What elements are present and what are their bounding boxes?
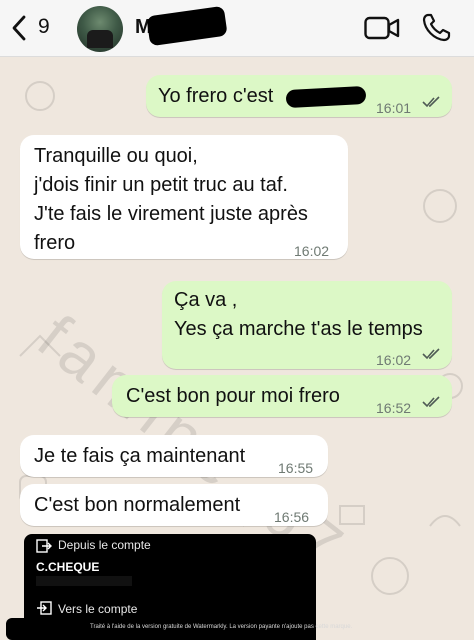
message-text: Ça va , Yes ça marche t'as le temps (174, 289, 423, 340)
redaction-mark (285, 85, 367, 109)
message-text: Yo frero c'est (158, 85, 274, 107)
read-ticks-icon (422, 348, 440, 360)
message-time: 16:02 (294, 243, 330, 259)
message-bubble-outgoing[interactable]: Yo frero c'est 16:01 (146, 75, 452, 117)
message-bubble-incoming[interactable]: C'est bon normalement 16:56 (20, 484, 328, 526)
watermark-app-note: Traité à l'aide de la version gratuite d… (90, 624, 353, 630)
message-text: C'est bon pour moi frero (126, 385, 340, 407)
account-name: C.CHEQUE (36, 560, 100, 574)
back-chevron-icon[interactable] (8, 13, 32, 43)
message-bubble-outgoing[interactable]: C'est bon pour moi frero 16:52 (112, 375, 452, 417)
chat-header: 9 M (0, 0, 474, 57)
message-time: 16:55 (278, 460, 314, 476)
from-account-label: Depuis le compte (58, 538, 151, 552)
contact-avatar[interactable] (77, 6, 123, 52)
message-time: 16:52 (376, 400, 412, 416)
redaction-mark (36, 576, 132, 586)
to-account-label: Vers le compte (58, 602, 138, 616)
redaction-mark (6, 618, 32, 640)
message-time: 16:01 (376, 100, 412, 116)
unread-count[interactable]: 9 (38, 15, 50, 39)
video-call-icon[interactable] (364, 15, 400, 41)
message-bubble-incoming[interactable]: Je te fais ça maintenant 16:55 (20, 435, 328, 477)
read-ticks-icon (422, 96, 440, 108)
account-out-icon (36, 539, 52, 553)
phone-call-icon[interactable] (420, 12, 452, 44)
message-bubble-incoming[interactable]: Tranquille ou quoi, j'dois finir un peti… (20, 135, 348, 259)
account-in-icon (37, 601, 52, 615)
redaction-mark (146, 5, 228, 47)
message-text: Tranquille ou quoi, j'dois finir un peti… (34, 145, 308, 254)
message-text: C'est bon normalement (34, 494, 241, 516)
message-time: 16:56 (274, 509, 310, 525)
message-text: Je te fais ça maintenant (34, 445, 246, 467)
message-time: 16:02 (376, 352, 412, 368)
read-ticks-icon (422, 396, 440, 408)
message-bubble-outgoing[interactable]: Ça va , Yes ça marche t'as le temps 16:0… (162, 281, 452, 369)
